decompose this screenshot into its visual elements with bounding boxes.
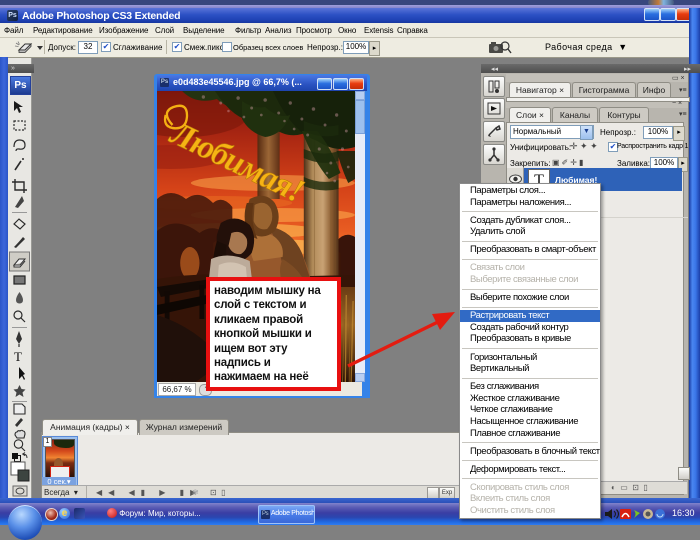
- svg-text:T: T: [14, 349, 22, 364]
